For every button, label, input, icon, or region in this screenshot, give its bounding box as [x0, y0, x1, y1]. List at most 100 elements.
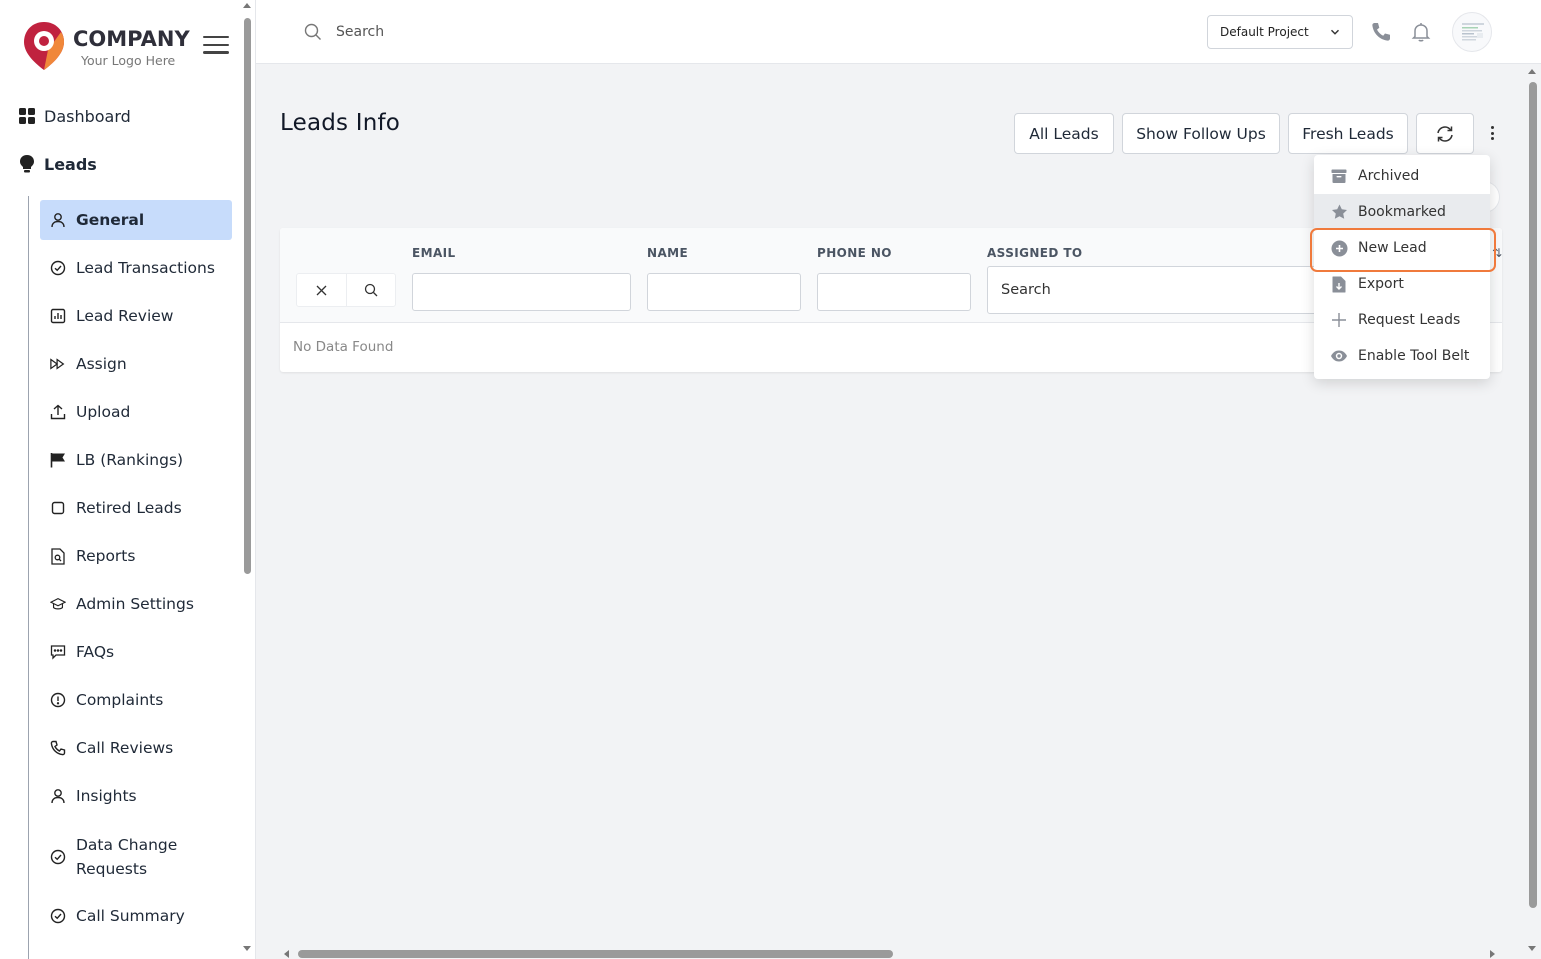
graduation-cap-icon [50, 596, 66, 612]
menu-item-enable-tool-belt[interactable]: Enable Tool Belt [1314, 338, 1490, 374]
more-options-menu: Archived Bookmarked New Lead Export Requ… [1314, 155, 1490, 379]
menu-item-export[interactable]: Export [1314, 266, 1490, 302]
column-header-name[interactable]: NAME [647, 246, 688, 260]
star-icon [1330, 203, 1348, 221]
grid-icon [18, 107, 36, 125]
sidebar-item-label: FAQs [76, 643, 115, 661]
menu-item-label: New Lead [1358, 240, 1427, 256]
sidebar-item-label: Lead Transactions [76, 259, 215, 277]
scroll-down-arrow-icon[interactable] [243, 946, 251, 951]
sidebar-item-insights[interactable]: Insights [40, 776, 232, 816]
menu-item-bookmarked[interactable]: Bookmarked [1314, 194, 1490, 230]
sidebar-item-retired-leads[interactable]: Retired Leads [40, 488, 232, 528]
search-input[interactable] [336, 24, 586, 40]
menu-item-label: Enable Tool Belt [1358, 348, 1470, 364]
sidebar-item-label: Upload [76, 403, 131, 421]
menu-item-label: Request Leads [1358, 312, 1461, 328]
all-leads-button[interactable]: All Leads [1014, 113, 1114, 154]
scrollbar-thumb[interactable] [244, 18, 251, 574]
sidebar-item-label: Lead Review [76, 307, 174, 325]
hamburger-menu-icon[interactable] [203, 36, 229, 54]
sidebar-item-assign[interactable]: Assign [40, 344, 232, 384]
avatar[interactable] [1452, 12, 1492, 52]
sidebar-item-faqs[interactable]: FAQs [40, 632, 232, 672]
sidebar-item-call-reviews[interactable]: Call Reviews [40, 728, 232, 768]
close-icon [316, 285, 327, 295]
sidebar-item-general[interactable]: General [40, 200, 232, 240]
column-header-phone[interactable]: PHONE NO [817, 246, 892, 260]
top-header: Default Project [256, 0, 1541, 64]
file-download-icon [1330, 275, 1348, 293]
project-select[interactable]: Default Project [1207, 15, 1353, 49]
sidebar-item-label: Reports [76, 547, 136, 565]
file-search-icon [50, 547, 66, 565]
search-icon [304, 23, 321, 40]
sidebar-item-data-change-requests[interactable]: Data Change Requests [40, 829, 232, 885]
sidebar-item-leads[interactable]: Leads [18, 152, 97, 176]
chart-icon [50, 308, 66, 324]
sidebar-item-call-summary[interactable]: Call Summary [40, 896, 232, 936]
user-icon [50, 212, 66, 228]
search-icon [364, 283, 378, 297]
show-follow-ups-button[interactable]: Show Follow Ups [1122, 113, 1280, 154]
menu-item-new-lead[interactable]: New Lead [1314, 230, 1490, 266]
main-vertical-scrollbar[interactable] [1526, 64, 1540, 959]
clear-filter-button[interactable] [297, 274, 346, 306]
global-search [304, 20, 604, 44]
sidebar-item-upload[interactable]: Upload [40, 392, 232, 432]
column-header-email[interactable]: EMAIL [412, 246, 456, 260]
scroll-down-arrow-icon[interactable] [1528, 946, 1536, 951]
sidebar-item-lb-rankings[interactable]: LB (Rankings) [40, 440, 232, 480]
sidebar-item-label: Retired Leads [76, 499, 182, 517]
sidebar-item-label: Data Change Requests [76, 836, 178, 878]
more-options-icon[interactable] [1486, 124, 1498, 142]
sidebar-item-label: Insights [76, 787, 137, 805]
sidebar-item-complaints[interactable]: Complaints [40, 680, 232, 720]
phone-icon [50, 740, 66, 756]
logo-tagline: Your Logo Here [81, 53, 176, 68]
scroll-right-arrow-icon[interactable] [1490, 950, 1495, 958]
fast-forward-icon [50, 356, 66, 372]
plus-icon [1330, 311, 1348, 329]
chat-icon [50, 644, 66, 660]
menu-item-label: Export [1358, 276, 1404, 292]
sort-icon[interactable]: ⇅ [1492, 246, 1502, 260]
table-horizontal-scrollbar[interactable] [280, 946, 1502, 959]
company-logo[interactable]: COMPANY Your Logo Here [20, 18, 200, 76]
sidebar-item-label: Assign [76, 355, 127, 373]
scroll-up-arrow-icon[interactable] [1528, 69, 1536, 74]
scroll-up-arrow-icon[interactable] [243, 3, 251, 8]
sidebar-item-lead-transactions[interactable]: Lead Transactions [40, 248, 232, 288]
menu-item-request-leads[interactable]: Request Leads [1314, 302, 1490, 338]
assigned-to-search-input[interactable] [987, 266, 1327, 314]
scrollbar-thumb[interactable] [298, 950, 893, 958]
scrollbar-thumb[interactable] [1529, 82, 1537, 908]
sidebar-item-lead-review[interactable]: Lead Review [40, 296, 232, 336]
menu-item-archived[interactable]: Archived [1314, 158, 1490, 194]
email-filter-input[interactable] [412, 273, 631, 311]
column-header-assigned-to[interactable]: ASSIGNED TO [987, 246, 1083, 260]
empty-state-text: No Data Found [293, 339, 394, 355]
phone-filter-input[interactable] [817, 273, 971, 311]
alert-circle-icon [50, 692, 66, 708]
logo-pin-icon [24, 22, 64, 70]
sidebar-item-label: Call Reviews [76, 739, 174, 757]
apply-filter-button[interactable] [345, 274, 396, 306]
scroll-left-arrow-icon[interactable] [284, 950, 289, 958]
sidebar-item-reports[interactable]: Reports [40, 536, 232, 576]
bell-icon[interactable] [1410, 21, 1432, 43]
plus-circle-icon [1330, 239, 1348, 257]
sidebar-scrollbar[interactable] [241, 0, 255, 959]
phone-icon[interactable] [1370, 21, 1392, 43]
sidebar-item-label: Admin Settings [76, 595, 194, 613]
fresh-leads-button[interactable]: Fresh Leads [1288, 113, 1408, 154]
sidebar-item-label: Leads [44, 154, 97, 174]
check-circle-icon [50, 849, 66, 865]
sidebar-item-label: Dashboard [44, 106, 131, 126]
sidebar-item-admin-settings[interactable]: Admin Settings [40, 584, 232, 624]
refresh-button[interactable] [1416, 113, 1474, 154]
submenu-divider [28, 196, 29, 959]
chevron-down-icon [1330, 29, 1340, 35]
sidebar-item-dashboard[interactable]: Dashboard [18, 104, 131, 128]
name-filter-input[interactable] [647, 273, 801, 311]
